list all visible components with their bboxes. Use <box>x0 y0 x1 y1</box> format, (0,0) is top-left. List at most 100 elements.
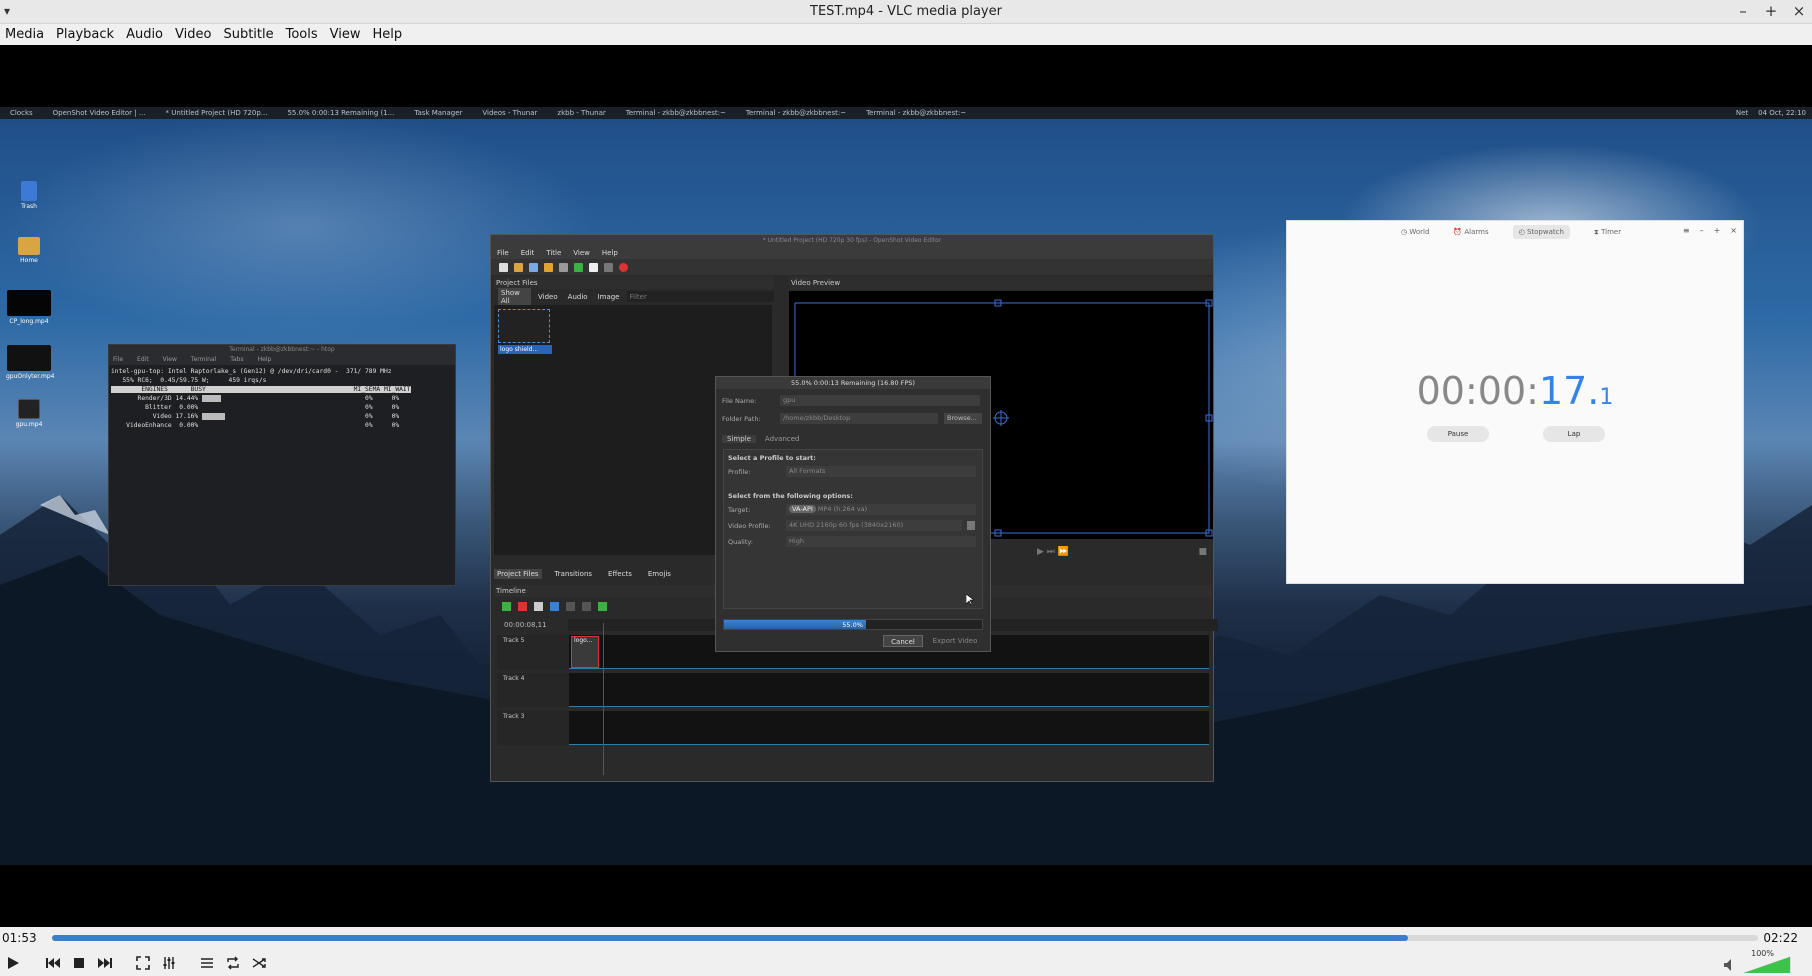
extended-settings-button[interactable] <box>158 952 180 974</box>
tab-transitions[interactable]: Transitions <box>552 569 596 579</box>
openshot-menu-item[interactable]: Help <box>602 247 618 259</box>
menu-tools[interactable]: Tools <box>281 24 325 45</box>
browse-button[interactable]: Browse... <box>944 413 982 424</box>
menu-playback[interactable]: Playback <box>51 24 121 45</box>
save-project-icon[interactable] <box>529 262 538 272</box>
open-project-icon[interactable] <box>514 262 523 272</box>
desktop-icon-home[interactable]: Home <box>6 237 52 264</box>
terminal-menu-item[interactable]: Tabs <box>230 355 243 365</box>
pause-button[interactable]: Pause <box>1427 426 1489 442</box>
menu-video[interactable]: Video <box>170 24 218 45</box>
close-icon[interactable]: × <box>1792 2 1806 20</box>
export-video-button[interactable]: Export Video <box>928 635 982 647</box>
center-playhead-icon[interactable] <box>598 601 607 611</box>
desktop-icon-video[interactable]: gpu.mp4 <box>6 399 52 428</box>
redo-icon[interactable] <box>559 262 568 272</box>
filter-video[interactable]: Video <box>535 292 561 302</box>
terminal-menu-item[interactable]: Help <box>258 355 272 365</box>
terminal-menu-item[interactable]: Terminal <box>191 355 216 365</box>
cancel-button[interactable]: Cancel <box>883 635 923 647</box>
video-output[interactable]: Clocks OpenShot Video Editor | ... * Unt… <box>0 45 1812 927</box>
tab-alarms[interactable]: ⏰ Alarms <box>1453 228 1488 236</box>
filter-image[interactable]: Image <box>595 292 623 302</box>
tab-advanced[interactable]: Advanced <box>760 435 805 443</box>
panel-task[interactable]: Videos - Thunar <box>472 109 547 117</box>
minimize-icon[interactable]: – <box>1700 226 1704 235</box>
hamburger-menu-icon[interactable]: ≡ <box>1683 226 1690 235</box>
minimize-icon[interactable]: – <box>1736 2 1750 20</box>
previous-marker-icon[interactable] <box>566 601 575 611</box>
razor-icon[interactable] <box>534 601 543 611</box>
maximize-icon[interactable]: + <box>1714 226 1721 235</box>
terminal-menu-item[interactable]: Edit <box>137 355 149 365</box>
snapping-icon[interactable] <box>518 601 527 611</box>
add-track-icon[interactable] <box>502 601 511 611</box>
tab-simple[interactable]: Simple <box>722 434 756 443</box>
profile-select[interactable]: All Formats <box>786 466 976 477</box>
tab-timer[interactable]: ⧗ Timer <box>1594 228 1621 237</box>
target-select[interactable]: VA-API MP4 (h.264 va) <box>786 504 976 515</box>
filter-input[interactable]: Filter <box>626 291 774 302</box>
desktop-icon-trash[interactable]: Trash <box>6 181 52 210</box>
close-icon[interactable]: × <box>1730 226 1737 235</box>
panel-task[interactable]: * Untitled Project (HD 720p... <box>156 109 278 117</box>
openshot-menu-item[interactable]: Title <box>546 247 561 259</box>
profile-icon[interactable] <box>589 262 598 272</box>
lap-button[interactable]: Lap <box>1543 426 1605 442</box>
openshot-menu-item[interactable]: File <box>497 247 509 259</box>
maximize-icon[interactable]: + <box>1764 2 1778 20</box>
new-project-icon[interactable] <box>499 262 508 272</box>
volume-control[interactable]: 100% <box>1722 949 1792 974</box>
stop-button[interactable] <box>68 952 90 974</box>
undo-icon[interactable] <box>544 262 553 272</box>
next-button[interactable] <box>94 952 116 974</box>
total-time[interactable]: 02:22 <box>1763 931 1798 945</box>
panel-task[interactable]: Terminal - zkbb@zkbbnest:~ <box>736 109 856 117</box>
play-button[interactable] <box>2 952 24 974</box>
previous-button[interactable] <box>42 952 64 974</box>
tab-effects[interactable]: Effects <box>605 569 635 579</box>
loop-button[interactable] <box>222 952 244 974</box>
file-thumbnail[interactable] <box>498 309 550 343</box>
add-marker-icon[interactable] <box>550 601 559 611</box>
delete-profile-icon[interactable] <box>967 521 975 530</box>
fullscreen-icon[interactable] <box>604 262 613 272</box>
panel-task[interactable]: Terminal - zkbb@zkbbnest:~ <box>616 109 736 117</box>
menu-audio[interactable]: Audio <box>121 24 170 45</box>
timeline-playhead[interactable] <box>603 623 604 775</box>
preview-playback-icons[interactable]: ▶ ⏭ ⏩ <box>1037 547 1069 557</box>
fullscreen-button[interactable] <box>132 952 154 974</box>
shuffle-button[interactable] <box>248 952 270 974</box>
menu-help[interactable]: Help <box>368 24 410 45</box>
panel-task[interactable]: OpenShot Video Editor | ... <box>43 109 156 117</box>
menu-media[interactable]: Media <box>0 24 51 45</box>
timeline-clip[interactable]: logo... <box>571 636 599 668</box>
next-marker-icon[interactable] <box>582 601 591 611</box>
export-video-icon[interactable] <box>619 262 628 272</box>
panel-task[interactable]: Terminal - zkbb@zkbbnest:~ <box>856 109 976 117</box>
openshot-menu-item[interactable]: View <box>573 247 590 259</box>
tab-world[interactable]: ◷ World <box>1401 228 1429 236</box>
playlist-button[interactable] <box>196 952 218 974</box>
panel-task[interactable]: Clocks <box>0 109 43 117</box>
camera-icon[interactable]: ■ <box>1198 547 1207 557</box>
desktop-icon-video[interactable]: CP_long.mp4 <box>6 290 52 325</box>
video-profile-select[interactable]: 4K UHD 2160p 60 fps (3840x2160) <box>786 520 962 531</box>
panel-task[interactable]: zkbb - Thunar <box>547 109 615 117</box>
terminal-output[interactable]: intel-gpu-top: Intel Raptorlake_s (Gen12… <box>109 365 455 432</box>
filter-audio[interactable]: Audio <box>565 292 591 302</box>
tab-emojis[interactable]: Emojis <box>645 569 674 579</box>
tab-stopwatch[interactable]: ◴ Stopwatch <box>1512 225 1570 239</box>
terminal-menu-item[interactable]: View <box>163 355 177 365</box>
tab-project-files[interactable]: Project Files <box>494 569 542 579</box>
window-menu-icon[interactable]: ▾ <box>4 4 10 18</box>
desktop-icon-video[interactable]: gpuOnlyter.mp4 <box>6 345 55 380</box>
quality-select[interactable]: High <box>786 536 976 547</box>
menu-view[interactable]: View <box>325 24 368 45</box>
file-name-field[interactable]: gpu <box>780 395 980 406</box>
import-files-icon[interactable] <box>574 262 583 272</box>
panel-task[interactable]: Task Manager <box>404 109 472 117</box>
openshot-menu-item[interactable]: Edit <box>521 247 535 259</box>
filter-show-all[interactable]: Show All <box>498 287 532 306</box>
menu-subtitle[interactable]: Subtitle <box>218 24 280 45</box>
